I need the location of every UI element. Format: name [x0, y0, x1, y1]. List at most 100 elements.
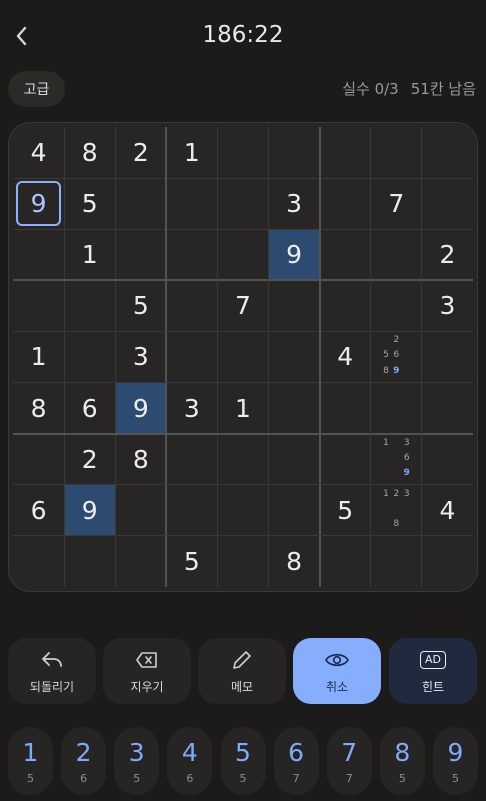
number-key-7[interactable]: 77 [326, 727, 372, 795]
sudoku-cell[interactable] [371, 536, 422, 587]
sudoku-cell[interactable] [13, 229, 64, 280]
sudoku-cell[interactable] [115, 178, 166, 229]
sudoku-cell[interactable]: 8 [115, 434, 166, 485]
sudoku-cell[interactable] [217, 485, 268, 536]
sudoku-cell[interactable]: 8 [269, 536, 320, 587]
undo-label: 되돌리기 [29, 679, 75, 694]
sudoku-cell[interactable]: 3 [269, 178, 320, 229]
sudoku-cell[interactable]: 3 [422, 280, 473, 331]
sudoku-cell[interactable] [320, 434, 371, 485]
sudoku-cell[interactable] [371, 383, 422, 434]
sudoku-cell[interactable] [371, 229, 422, 280]
cancel-button[interactable]: 취소 [293, 638, 381, 704]
sudoku-cell[interactable] [320, 178, 371, 229]
sudoku-cell[interactable] [217, 229, 268, 280]
sudoku-cell[interactable] [166, 280, 217, 331]
sudoku-cell[interactable]: 4 [422, 485, 473, 536]
sudoku-cell[interactable] [166, 331, 217, 382]
sudoku-cell[interactable] [217, 178, 268, 229]
sudoku-cell[interactable]: 5 [64, 178, 115, 229]
sudoku-cell[interactable] [166, 485, 217, 536]
sudoku-cell[interactable]: 1 [13, 331, 64, 382]
sudoku-cell[interactable]: 5 [320, 485, 371, 536]
sudoku-cell[interactable]: 5 [115, 280, 166, 331]
sudoku-cell[interactable]: 9 [115, 382, 167, 434]
number-key-3[interactable]: 35 [114, 727, 160, 795]
sudoku-cell[interactable] [166, 178, 217, 229]
sudoku-cell[interactable] [217, 331, 268, 382]
sudoku-cell[interactable] [115, 536, 166, 587]
sudoku-cell[interactable]: 4 [320, 331, 371, 382]
sudoku-cell[interactable]: 2 [115, 127, 166, 178]
number-key-count: 5 [452, 771, 459, 785]
sudoku-cell[interactable]: 7 [217, 280, 268, 331]
sudoku-cell[interactable] [269, 127, 320, 178]
sudoku-cell[interactable] [320, 280, 371, 331]
sudoku-cell[interactable] [115, 485, 166, 536]
sudoku-cell[interactable] [320, 536, 371, 587]
note-digit: 1 [383, 488, 389, 499]
sudoku-cell[interactable] [320, 383, 371, 434]
sudoku-cell[interactable] [166, 434, 217, 485]
sudoku-cell[interactable] [269, 280, 320, 331]
number-key-8[interactable]: 85 [379, 727, 425, 795]
sudoku-cell[interactable]: 1 [217, 383, 268, 434]
sudoku-cell[interactable]: 9 [268, 229, 320, 281]
sudoku-cell[interactable] [422, 331, 473, 382]
sudoku-cell[interactable] [64, 280, 115, 331]
sudoku-cell[interactable] [269, 331, 320, 382]
sudoku-cell[interactable] [13, 280, 64, 331]
sudoku-cell[interactable]: 8 [64, 127, 115, 178]
grid-line [13, 228, 473, 230]
sudoku-cell[interactable] [422, 434, 473, 485]
number-key-5[interactable]: 55 [220, 727, 266, 795]
sudoku-cell[interactable] [166, 229, 217, 280]
number-key-1[interactable]: 15 [8, 727, 53, 795]
sudoku-cell[interactable] [269, 383, 320, 434]
number-key-4[interactable]: 46 [167, 727, 213, 795]
sudoku-cell[interactable]: 2 [64, 434, 115, 485]
sudoku-cell[interactable] [115, 229, 166, 280]
number-key-2[interactable]: 26 [61, 727, 107, 795]
sudoku-cell[interactable] [217, 434, 268, 485]
sudoku-cell[interactable] [64, 536, 115, 587]
sudoku-cell[interactable] [13, 536, 64, 587]
sudoku-cell[interactable]: 1 [166, 127, 217, 178]
hint-button[interactable]: AD 힌트 [389, 638, 477, 704]
sudoku-cell[interactable]: 3 [115, 331, 166, 382]
note-digit [391, 502, 401, 517]
sudoku-cell[interactable] [422, 536, 473, 587]
sudoku-cell[interactable] [422, 178, 473, 229]
undo-button[interactable]: 되돌리기 [8, 638, 96, 704]
sudoku-cell[interactable]: 9 [64, 484, 116, 536]
sudoku-cell[interactable] [422, 127, 473, 178]
sudoku-cell[interactable] [320, 229, 371, 280]
sudoku-cell[interactable]: 8 [13, 383, 64, 434]
memo-button[interactable]: 메모 [198, 638, 286, 704]
sudoku-cell[interactable]: 5 [166, 536, 217, 587]
cell-notes: 25689 [381, 333, 412, 378]
number-key-6[interactable]: 67 [273, 727, 319, 795]
sudoku-cell[interactable]: 4 [13, 127, 64, 178]
sudoku-cell[interactable] [371, 127, 422, 178]
grid-line [13, 484, 473, 486]
sudoku-cell[interactable]: 6 [64, 383, 115, 434]
sudoku-cell[interactable] [64, 331, 115, 382]
sudoku-cell[interactable] [371, 280, 422, 331]
number-key-9[interactable]: 95 [433, 727, 478, 795]
sudoku-cell[interactable] [320, 127, 371, 178]
sudoku-cell[interactable]: 6 [13, 485, 64, 536]
sudoku-cell[interactable] [13, 434, 64, 485]
sudoku-cell[interactable] [217, 536, 268, 587]
sudoku-cell[interactable]: 9 [13, 178, 64, 229]
note-digit: 2 [393, 335, 400, 346]
sudoku-cell[interactable] [269, 485, 320, 536]
erase-button[interactable]: 지우기 [103, 638, 191, 704]
sudoku-cell[interactable]: 1 [64, 229, 115, 280]
sudoku-cell[interactable] [217, 127, 268, 178]
sudoku-cell[interactable] [422, 383, 473, 434]
sudoku-cell[interactable]: 3 [166, 383, 217, 434]
sudoku-cell[interactable] [269, 434, 320, 485]
sudoku-cell[interactable]: 7 [371, 178, 422, 229]
sudoku-cell[interactable]: 2 [422, 229, 473, 280]
